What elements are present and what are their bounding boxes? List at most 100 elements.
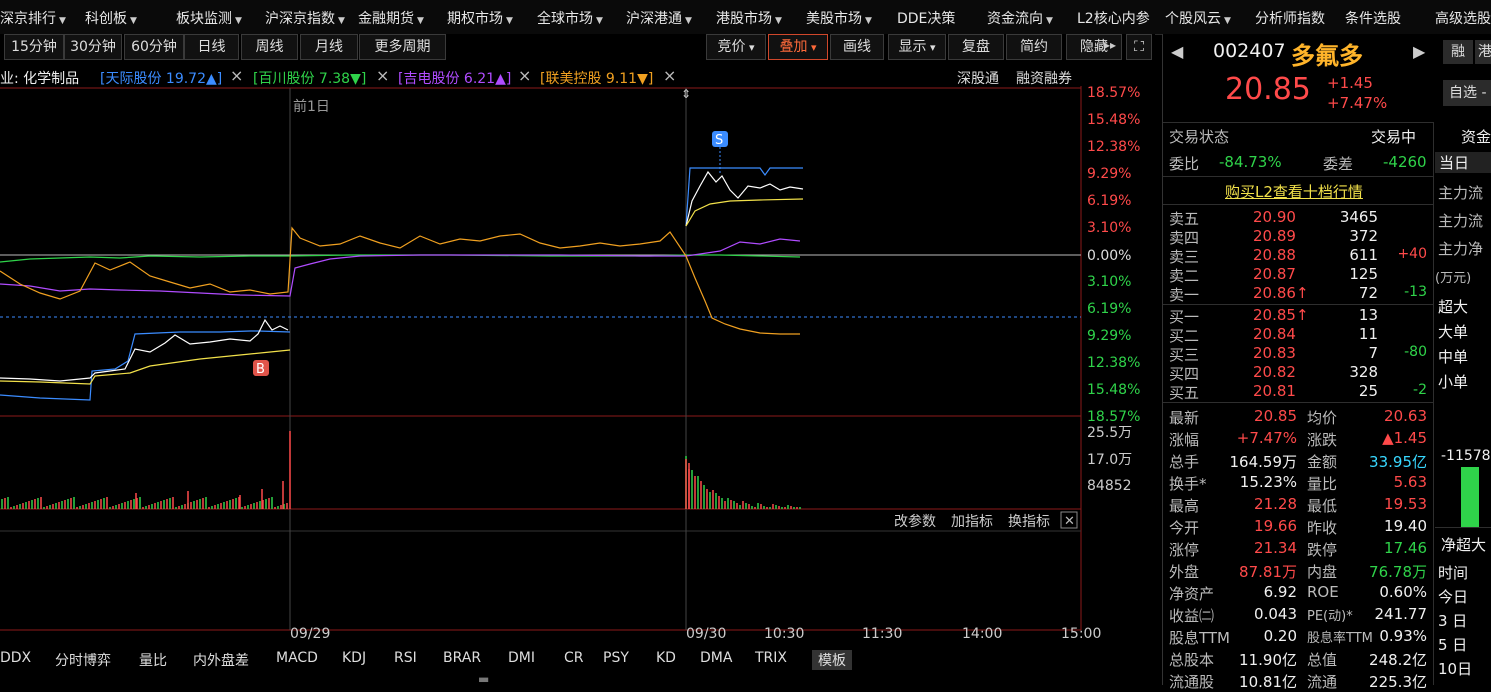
tool-display-button[interactable]: 显示 ▾ [888,34,946,60]
indicator-tab[interactable]: 内外盘差 [193,650,249,670]
indicator-param-link[interactable]: 换指标 [1008,513,1050,530]
menu-item[interactable]: 美股市场 ▼ [806,8,872,28]
menu-item[interactable]: 科创板 ▼ [85,8,137,28]
resize-handle-icon: ⇕ [681,87,691,101]
menu-item-label: 资金流向 [987,11,1043,27]
bid-price: 20.84 [1253,325,1296,343]
overlay-stock[interactable]: [天际股份 19.72▲] [100,68,222,88]
close-icon[interactable]: × [376,66,389,85]
close-icon[interactable]: × [518,66,531,85]
net-super-large-label: 净超大 [1441,536,1487,554]
series-line-tianji [0,330,291,401]
indicator-tab[interactable]: KDJ [342,650,366,666]
menu-item[interactable]: 金融期货 ▼ [358,8,424,28]
stat-label: 总值 [1307,651,1338,669]
indicator-tab[interactable]: 模板 [812,650,852,670]
menu-item[interactable]: 分析师指数 [1255,8,1325,28]
chevron-down-icon: ▼ [130,16,137,26]
menu-item[interactable]: 板块监测 ▼ [176,8,242,28]
tool-draw-button[interactable]: 画线 [830,34,884,60]
prev-stock-icon[interactable]: ◀ [1171,42,1183,61]
bid-volume: 328 [1349,363,1378,381]
stat-value: 10.81亿 [1239,673,1297,691]
menu-item-label: 分析师指数 [1255,11,1325,27]
chevron-down-icon: ▼ [235,16,242,26]
chevron-down-icon: ▼ [596,16,603,26]
indicator-tab[interactable]: CR [564,650,584,666]
tool-overlay-button[interactable]: 叠加 ▾ [768,34,828,60]
buy-l2-link[interactable]: 购买L2查看十档行情 [1225,181,1363,202]
indicator-tab[interactable]: DMA [700,650,732,666]
menu-item[interactable]: 高级选股 [1435,8,1491,28]
next-stock-icon[interactable]: ▶ [1413,42,1425,61]
fullscreen-icon[interactable]: ⛶ [1126,34,1152,60]
indicator-tab[interactable]: TRIX [755,650,787,666]
tool-bid-button[interactable]: 竞价 ▾ [706,34,766,60]
indicator-param-link[interactable]: 加指标 [951,514,993,530]
menu-item[interactable]: 个股风云 ▼ [1165,8,1231,28]
stat-label: 最高 [1169,497,1200,515]
menu-item[interactable]: 期权市场 ▼ [447,8,513,28]
indicator-tab[interactable]: 分时博弈 [55,650,111,670]
indicator-tab[interactable]: MACD [276,650,318,666]
close-icon[interactable]: × [230,66,243,85]
indicator-tab[interactable]: DDX [0,650,31,666]
stat-value: +7.47% [1236,429,1297,447]
bid-change: -2 [1413,382,1427,398]
collapse-handle-icon: ▬ [478,672,490,686]
period-tab[interactable]: 更多周期 [359,34,446,60]
menu-item[interactable]: 沪深港通 ▼ [626,8,692,28]
indicator-tab[interactable]: 量比 [139,650,167,670]
menu-item[interactable]: L2核心内参 [1077,8,1150,28]
stat-value: 15.23% [1239,473,1297,491]
period-tab[interactable]: 30分钟 [64,34,122,60]
menu-item[interactable]: 深京排行 ▼ [0,8,66,28]
menu-item-label: 美股市场 [806,11,862,27]
period-tab[interactable]: 日线 [184,34,239,60]
stat-value: 164.59万 [1229,453,1298,471]
period-tab[interactable]: 15分钟 [4,34,64,60]
indicator-tab[interactable]: DMI [508,650,535,666]
intraday-chart[interactable]: 前1日 18.57% 15.48% 12.38% 9.29% 6.19% 3.10% 0.00… [0,86,1160,650]
close-icon[interactable]: × [663,66,676,85]
pct-axis-up-label: 6.19% [1087,193,1131,209]
watchlist-button[interactable]: 自选 - [1443,80,1491,106]
margin-button[interactable]: 融 [1443,40,1473,64]
menu-item[interactable]: 全球市场 ▼ [537,8,603,28]
today-tab[interactable]: 当日 [1435,152,1491,173]
menu-item[interactable]: 沪深京指数 ▼ [265,8,345,28]
indicator-tab[interactable]: BRAR [443,650,481,666]
divider [1163,204,1433,205]
chevron-down-icon: ▼ [59,16,66,26]
menu-item-label: 个股风云 [1165,11,1221,27]
hk-button[interactable]: 港 [1475,40,1491,64]
overlay-link[interactable]: 融资融券 [1016,68,1072,88]
overlay-stock[interactable]: [百川股份 7.38▼] [253,68,366,88]
divider [1163,176,1433,177]
menu-item[interactable]: 港股市场 ▼ [716,8,782,28]
overlay-stock[interactable]: [联美控股 9.11▼] [540,68,653,88]
weicha-label: 委差 [1323,155,1354,173]
overlay-stock[interactable]: [吉电股份 6.21▲] [398,68,511,88]
bid-price: 20.82 [1253,363,1296,381]
stat-label: 均价 [1307,409,1338,427]
indicator-param-link[interactable]: 改参数 [894,513,936,530]
pct-axis-up-label: 12.38% [1087,139,1140,155]
indicator-tab[interactable]: RSI [394,650,417,666]
period-tab[interactable]: 60分钟 [124,34,184,60]
period-tab[interactable]: 月线 [300,34,358,60]
menu-item[interactable]: 条件选股 [1345,8,1401,28]
fast-forward-icon[interactable]: ▸▸ [1104,38,1116,52]
tool-replay-button[interactable]: 复盘 [948,34,1004,60]
stat-value: 21.34 [1254,539,1297,557]
menu-item[interactable]: 资金流向 ▼ [987,8,1053,28]
pct-axis-down-label: 15.48% [1087,382,1140,398]
indicator-tab[interactable]: PSY [603,650,629,666]
indicator-tab[interactable]: KD [656,650,676,666]
menu-item[interactable]: DDE决策 [897,8,955,28]
overlay-link[interactable]: 深股通 [957,68,999,88]
period-tab[interactable]: 周线 [241,34,298,60]
divider [1163,402,1433,403]
ask-price: 20.90 [1253,208,1296,226]
tool-simple-button[interactable]: 简约 [1006,34,1062,60]
